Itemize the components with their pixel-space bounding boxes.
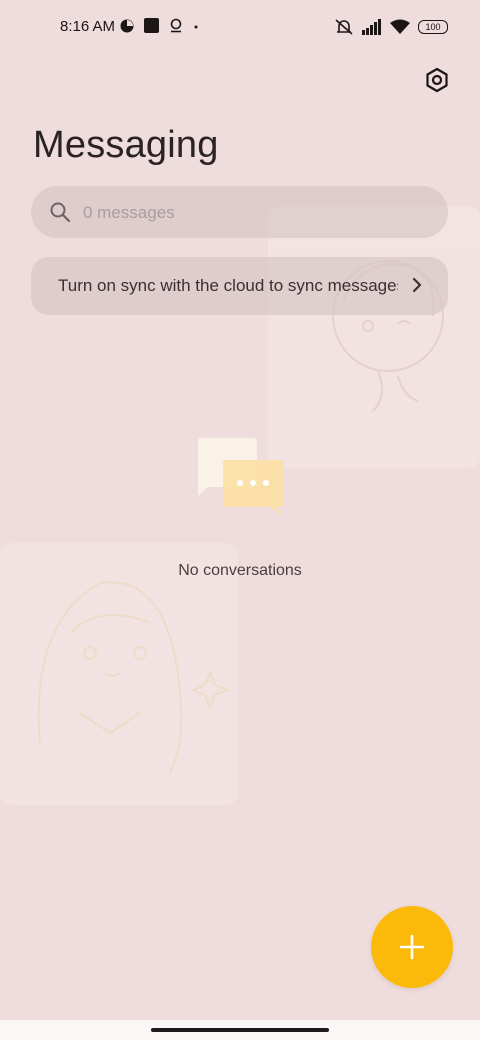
battery-icon: 100	[418, 20, 448, 34]
chat-bubbles-icon	[194, 434, 286, 516]
settings-hex-icon	[426, 67, 448, 93]
signal-icon	[362, 19, 381, 35]
dot-icon	[194, 25, 198, 29]
status-bar: 8:16 AM 100	[0, 0, 480, 56]
sync-banner[interactable]: Turn on sync with the cloud to sync mess…	[31, 257, 448, 315]
wallpaper-sketch-icon	[332, 260, 444, 412]
home-indicator[interactable]	[151, 1028, 329, 1032]
empty-state-text: No conversations	[178, 562, 302, 579]
sync-banner-text: Turn on sync with the cloud to sync mess…	[58, 276, 398, 295]
status-left-icons	[120, 18, 199, 33]
status-right-icons: 100	[334, 18, 448, 36]
plus-icon	[399, 934, 425, 960]
square-notification-icon	[144, 18, 159, 33]
vibrate-off-icon	[335, 19, 353, 35]
search-input[interactable]	[81, 194, 425, 232]
settings-button[interactable]	[420, 63, 454, 97]
page-title: Messaging	[33, 124, 219, 166]
status-time: 8:16 AM	[60, 18, 116, 35]
chevron-right-icon	[412, 277, 422, 293]
wallpaper-sketch-icon	[37, 581, 230, 774]
new-conversation-button[interactable]	[371, 906, 453, 988]
wallpaper-card-bottom	[0, 543, 238, 805]
wallpaper-card-top	[268, 206, 480, 468]
search-icon	[50, 202, 71, 223]
data-saver-icon	[120, 19, 134, 32]
wifi-icon	[390, 19, 410, 34]
search-bar[interactable]	[31, 186, 448, 238]
location-pin-icon	[170, 18, 182, 33]
